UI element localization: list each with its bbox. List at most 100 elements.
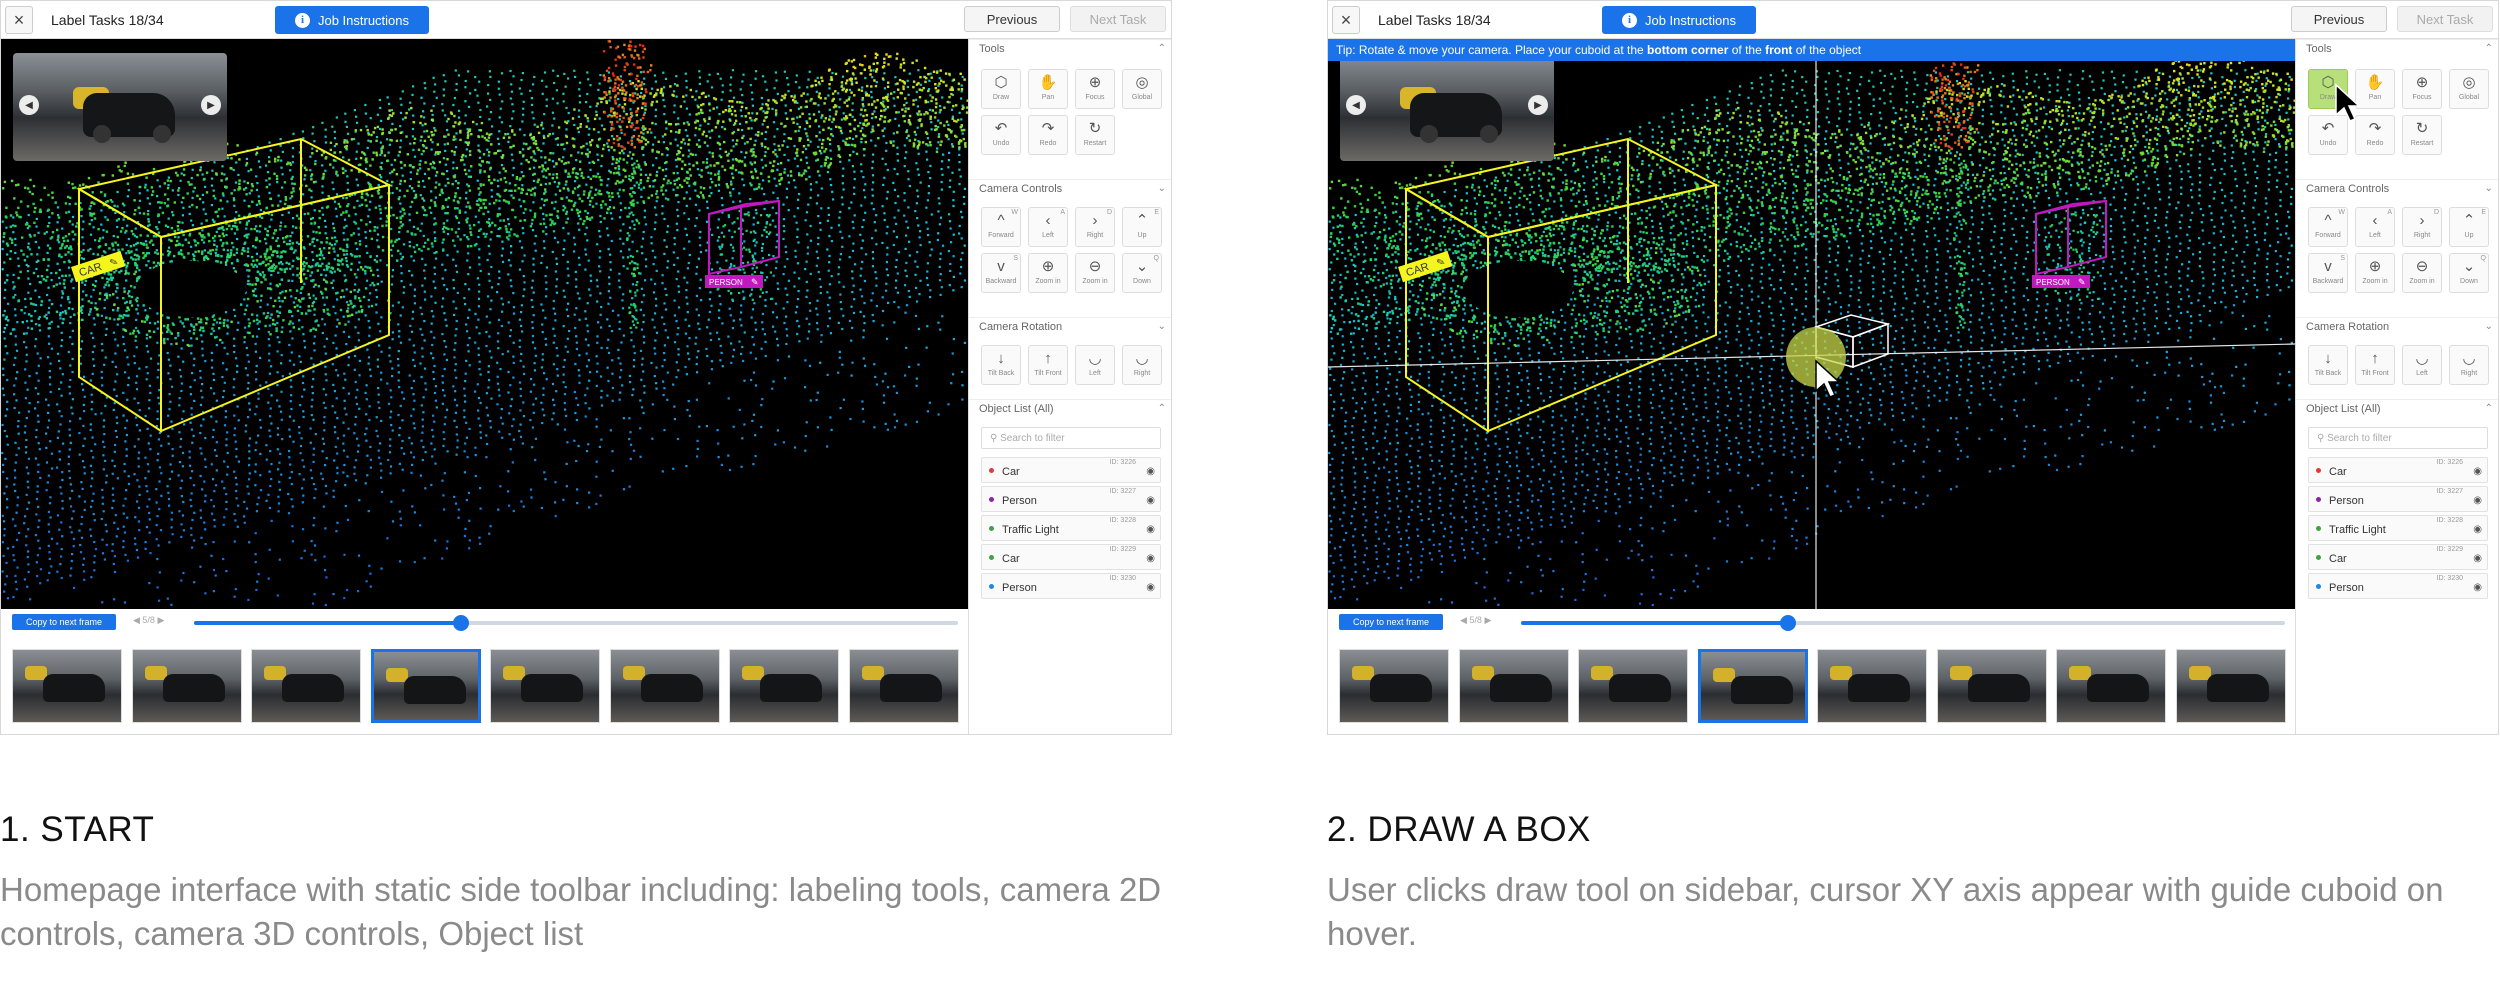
object-list-item[interactable]: Traffic Light ID: 3228 ◉: [981, 515, 1161, 541]
previous-button[interactable]: Previous: [2291, 6, 2387, 32]
camera-right-button[interactable]: › Right D: [2402, 207, 2442, 247]
camera-up-button[interactable]: ⌃ Up E: [1122, 207, 1162, 247]
frame-thumbnail[interactable]: [729, 649, 839, 723]
rotation-tilt-front-button[interactable]: ↑ Tilt Front: [1028, 345, 1068, 385]
object-list-item[interactable]: Car ID: 3226 ◉: [981, 457, 1161, 483]
frame-thumbnail[interactable]: [2175, 649, 2286, 723]
camera-forward-button[interactable]: ^ Forward W: [2308, 207, 2348, 247]
camera-zoom-in-button[interactable]: ⊕ Zoom in: [2355, 253, 2395, 293]
tool-draw[interactable]: ⬡ Draw: [981, 69, 1021, 109]
next-frame-icon[interactable]: ▶: [1482, 615, 1491, 625]
preview-next-icon[interactable]: ▶: [1528, 95, 1548, 115]
object-list-section-header[interactable]: Object List (All) ⌃: [969, 399, 1171, 419]
tools-section-header[interactable]: Tools ⌃: [2296, 39, 2498, 59]
frame-thumbnail[interactable]: [131, 649, 242, 723]
tool-focus[interactable]: ⊕ Focus: [1075, 69, 1115, 109]
frame-slider[interactable]: [1521, 615, 2285, 631]
object-search-input[interactable]: ⚲ Search to filter: [981, 427, 1161, 449]
rotation-tilt-back-button[interactable]: ↓ Tilt Back: [2308, 345, 2348, 385]
camera-up-button[interactable]: ⌃ Up E: [2449, 207, 2489, 247]
camera-zoom-in-button[interactable]: ⊖ Zoom in: [1075, 253, 1115, 293]
eye-icon[interactable]: ◉: [1146, 524, 1155, 535]
camera-controls-section-header[interactable]: Camera Controls ⌄: [969, 179, 1171, 199]
close-button[interactable]: ×: [1332, 6, 1360, 34]
tool-global[interactable]: ◎ Global: [2449, 69, 2489, 109]
object-list-item[interactable]: Person ID: 3227 ◉: [2308, 486, 2488, 512]
object-list-item[interactable]: Car ID: 3229 ◉: [2308, 544, 2488, 570]
tool-undo[interactable]: ↶ Undo: [981, 115, 1021, 155]
object-list-item[interactable]: Car ID: 3226 ◉: [2308, 457, 2488, 483]
camera-backward-button[interactable]: v Backward S: [2308, 253, 2348, 293]
tools-section-header[interactable]: Tools ⌃: [969, 39, 1171, 59]
eye-icon[interactable]: ◉: [1146, 582, 1155, 593]
eye-icon[interactable]: ◉: [1146, 495, 1155, 506]
eye-icon[interactable]: ◉: [2473, 524, 2482, 535]
camera-zoom-in-button[interactable]: ⊖ Zoom in: [2402, 253, 2442, 293]
object-list-item[interactable]: Traffic Light ID: 3228 ◉: [2308, 515, 2488, 541]
preview-prev-icon[interactable]: ◀: [19, 95, 39, 115]
object-list-item[interactable]: Car ID: 3229 ◉: [981, 544, 1161, 570]
eye-icon[interactable]: ◉: [1146, 466, 1155, 477]
frame-thumbnail[interactable]: [848, 649, 959, 723]
camera-controls-section-header[interactable]: Camera Controls ⌄: [2296, 179, 2498, 199]
rotation-right-button[interactable]: ◡ Right: [1122, 345, 1162, 385]
rotation-tilt-front-button[interactable]: ↑ Tilt Front: [2355, 345, 2395, 385]
eye-icon[interactable]: ◉: [2473, 495, 2482, 506]
next-frame-icon[interactable]: ▶: [155, 615, 164, 625]
tool-restart[interactable]: ↻ Restart: [1075, 115, 1115, 155]
rotation-tilt-back-button[interactable]: ↓ Tilt Back: [981, 345, 1021, 385]
frame-thumbnail[interactable]: [12, 649, 122, 723]
rotation-left-button[interactable]: ◡ Left: [1075, 345, 1115, 385]
camera-rotation-section-header[interactable]: Camera Rotation ⌄: [969, 317, 1171, 337]
job-instructions-button[interactable]: i Job Instructions: [1602, 6, 1756, 34]
frame-thumbnail[interactable]: [1339, 649, 1449, 723]
camera-preview[interactable]: ◀ ▶: [13, 53, 227, 161]
rotation-left-button[interactable]: ◡ Left: [2402, 345, 2442, 385]
eye-icon[interactable]: ◉: [2473, 582, 2482, 593]
frame-thumbnail[interactable]: [1697, 649, 1808, 723]
rotation-right-button[interactable]: ◡ Right: [2449, 345, 2489, 385]
frame-thumbnail[interactable]: [2056, 649, 2166, 723]
close-button[interactable]: ×: [5, 6, 33, 34]
camera-left-button[interactable]: ‹ Left A: [2355, 207, 2395, 247]
camera-right-button[interactable]: › Right D: [1075, 207, 1115, 247]
camera-backward-button[interactable]: v Backward S: [981, 253, 1021, 293]
copy-to-next-frame-button[interactable]: Copy to next frame: [1339, 614, 1443, 630]
job-instructions-button[interactable]: i Job Instructions: [275, 6, 429, 34]
next-task-button[interactable]: Next Task: [1070, 6, 1166, 32]
tool-redo[interactable]: ↷ Redo: [1028, 115, 1068, 155]
prev-frame-icon[interactable]: ◀: [133, 615, 142, 625]
frame-thumbnail[interactable]: [1817, 649, 1927, 723]
object-list-item[interactable]: Person ID: 3230 ◉: [2308, 573, 2488, 599]
next-task-button[interactable]: Next Task: [2397, 6, 2493, 32]
slider-handle[interactable]: [453, 615, 470, 631]
camera-left-button[interactable]: ‹ Left A: [1028, 207, 1068, 247]
frame-thumbnail[interactable]: [1936, 649, 2047, 723]
eye-icon[interactable]: ◉: [2473, 553, 2482, 564]
tool-focus[interactable]: ⊕ Focus: [2402, 69, 2442, 109]
prev-frame-icon[interactable]: ◀: [1460, 615, 1469, 625]
tool-global[interactable]: ◎ Global: [1122, 69, 1162, 109]
tool-restart[interactable]: ↻ Restart: [2402, 115, 2442, 155]
frame-thumbnail[interactable]: [1578, 649, 1688, 723]
frame-slider[interactable]: [194, 615, 958, 631]
preview-next-icon[interactable]: ▶: [201, 95, 221, 115]
preview-prev-icon[interactable]: ◀: [1346, 95, 1366, 115]
slider-handle[interactable]: [1780, 615, 1797, 631]
frame-thumbnail[interactable]: [609, 649, 720, 723]
camera-preview[interactable]: ◀ ▶: [1340, 53, 1554, 161]
object-list-section-header[interactable]: Object List (All) ⌃: [2296, 399, 2498, 419]
frame-thumbnail[interactable]: [370, 649, 481, 723]
tool-pan[interactable]: ✋ Pan: [1028, 69, 1068, 109]
camera-down-button[interactable]: ⌄ Down Q: [1122, 253, 1162, 293]
object-list-item[interactable]: Person ID: 3227 ◉: [981, 486, 1161, 512]
object-search-input[interactable]: ⚲ Search to filter: [2308, 427, 2488, 449]
camera-down-button[interactable]: ⌄ Down Q: [2449, 253, 2489, 293]
camera-zoom-in-button[interactable]: ⊕ Zoom in: [1028, 253, 1068, 293]
frame-thumbnail[interactable]: [490, 649, 600, 723]
previous-button[interactable]: Previous: [964, 6, 1060, 32]
eye-icon[interactable]: ◉: [1146, 553, 1155, 564]
frame-thumbnail[interactable]: [1458, 649, 1569, 723]
object-list-item[interactable]: Person ID: 3230 ◉: [981, 573, 1161, 599]
camera-rotation-section-header[interactable]: Camera Rotation ⌄: [2296, 317, 2498, 337]
